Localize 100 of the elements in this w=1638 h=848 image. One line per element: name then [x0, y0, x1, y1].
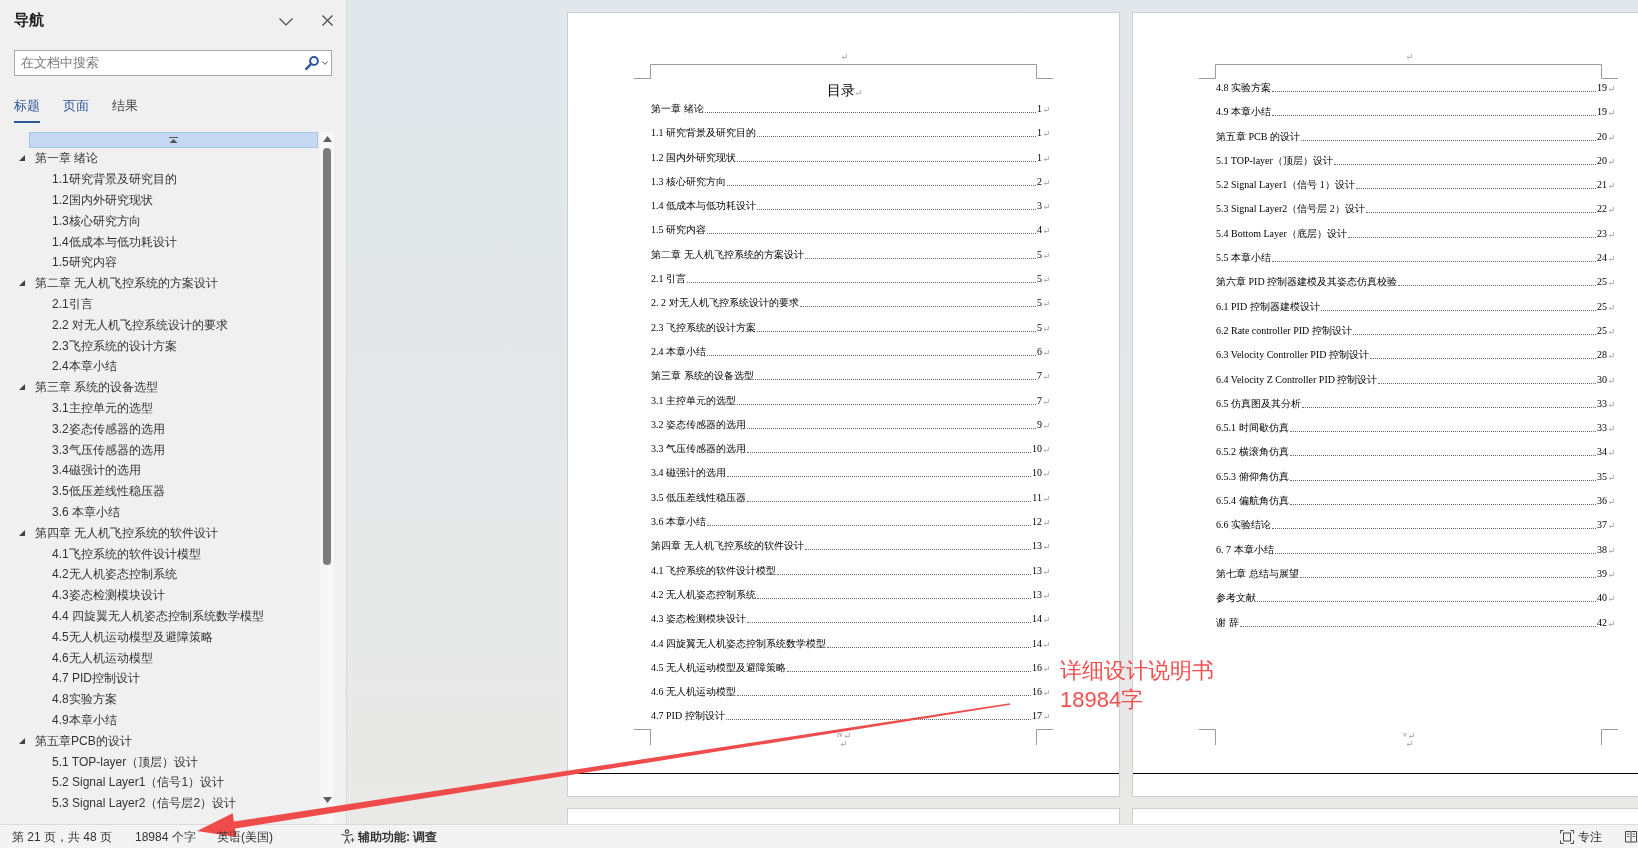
- toc-page-number: 30: [1597, 373, 1607, 386]
- toc-page-number: 11: [1032, 491, 1042, 504]
- subheading-item[interactable]: 4.7 PID控制设计: [52, 669, 141, 688]
- scrollbar-thumb[interactable]: [323, 148, 331, 565]
- paragraph-mark-icon: [1043, 714, 1049, 721]
- subheading-item[interactable]: 3.4磁强计的选用: [52, 461, 141, 480]
- paragraph-mark-icon: [1043, 179, 1049, 186]
- paragraph-mark-icon: [1608, 207, 1614, 214]
- paragraph-mark-icon: [1043, 422, 1049, 429]
- expanded-triangle-icon[interactable]: [19, 737, 25, 744]
- focus-button[interactable]: 专注: [1560, 827, 1602, 846]
- toc-page-number: 37: [1597, 519, 1607, 532]
- expanded-triangle-icon[interactable]: [19, 280, 25, 287]
- subheading-item[interactable]: 4.6无人机运动模型: [52, 648, 153, 667]
- subheading-item[interactable]: 2.3飞控系统的设计方案: [52, 336, 177, 355]
- close-icon: [322, 14, 333, 26]
- toc-entry-title: 2.1 引言: [651, 273, 686, 286]
- search-options-button[interactable]: [322, 61, 328, 65]
- expanded-triangle-icon[interactable]: [19, 155, 25, 162]
- subheading-item[interactable]: 4.4 四旋翼无人机姿态控制系统数学模型: [52, 606, 264, 625]
- subheading-item[interactable]: 1.5研究内容: [52, 253, 117, 272]
- subheading-item[interactable]: 5.3 Signal Layer2（信号层2）设计: [52, 794, 237, 813]
- toc-entry-title: 4.3 姿态检测模块设计: [651, 613, 746, 626]
- subheading-item[interactable]: 3.2姿态传感器的选用: [52, 419, 165, 438]
- expanded-triangle-icon[interactable]: [19, 384, 25, 391]
- toc-page-number: 6: [1037, 345, 1042, 358]
- expanded-triangle-icon[interactable]: [19, 529, 25, 536]
- paragraph-mark-icon: [1608, 110, 1614, 117]
- subheading-item[interactable]: 1.4低成本与低功耗设计: [52, 232, 177, 251]
- toc-page-number: 23: [1597, 227, 1607, 240]
- annotation-text: 18984字: [1060, 686, 1144, 714]
- heading-item[interactable]: 第三章 系统的设备选型: [19, 378, 159, 397]
- toc-entry-title: 2. 2 对无人机飞控系统设计的要求: [651, 297, 799, 310]
- subheading-item[interactable]: 2.1引言: [52, 294, 93, 313]
- annotation-text: 详细设计说明书: [1060, 657, 1214, 685]
- focus-icon: [1560, 829, 1574, 844]
- paragraph-mark-icon: [1043, 592, 1049, 599]
- heading-item[interactable]: 第四章 无人机飞控系统的软件设计: [19, 523, 219, 542]
- up-arrow-icon: [169, 137, 178, 143]
- subheading-item[interactable]: 4.1飞控系统的软件设计模型: [52, 544, 201, 563]
- toc-entry-title: 4.8 实验方案: [1216, 82, 1271, 94]
- paragraph-mark-icon: [1608, 426, 1614, 433]
- toc-page-number: 42: [1597, 616, 1607, 629]
- paragraph-mark-icon: [1608, 596, 1614, 603]
- toc-page-number: 20: [1597, 130, 1607, 143]
- toc-page-number: 1: [1037, 127, 1042, 140]
- subheading-item[interactable]: 4.8实验方案: [52, 690, 117, 709]
- subheading-item[interactable]: 1.3核心研究方向: [52, 211, 141, 230]
- subheading-item[interactable]: 4.5无人机运动模型及避障策略: [52, 627, 213, 646]
- toc-page-number: 17: [1032, 710, 1042, 723]
- subheading-item[interactable]: 4.3姿态检测模块设计: [52, 586, 165, 605]
- scroll-down-icon[interactable]: [322, 797, 332, 803]
- subheading-item[interactable]: 2.4本章小结: [52, 357, 117, 376]
- subheading-item[interactable]: 3.1主控单元的选型: [52, 398, 153, 417]
- paragraph-mark-icon: [1043, 665, 1049, 672]
- subheading-item[interactable]: 3.6 本章小结: [52, 502, 120, 521]
- paragraph-mark-icon: [854, 90, 861, 96]
- search-button[interactable]: [305, 56, 319, 70]
- heading-item[interactable]: 第五章PCB的设计: [19, 731, 132, 750]
- toc-entry-title: 第五章 PCB 的设计: [1216, 130, 1300, 143]
- toc-entry-title: 1.2 国内外研究现状: [651, 151, 736, 164]
- toc-entry-title: 第七章 总结与展望: [1216, 567, 1299, 580]
- toc-page-number: 10: [1032, 467, 1042, 480]
- toc-entry-title: 4.9 本章小结: [1216, 106, 1271, 119]
- toc-page-number: 35: [1597, 470, 1607, 483]
- subheading-item[interactable]: 4.2无人机姿态控制系统: [52, 565, 177, 584]
- word-count-status[interactable]: 18984 个字: [135, 827, 196, 846]
- paragraph-mark-icon: [1608, 450, 1614, 457]
- subheading-item[interactable]: 1.2国内外研究现状: [52, 191, 153, 209]
- toc-entry-title: 第四章 无人机飞控系统的软件设计: [651, 540, 804, 553]
- book-icon[interactable]: [1625, 830, 1637, 843]
- subheading-item[interactable]: 1.1研究背景及研究目的: [52, 170, 177, 189]
- subheading-item[interactable]: 5.1 TOP-layer（顶层）设计: [52, 752, 199, 771]
- subheading-item[interactable]: 3.3气压传感器的选用: [52, 440, 165, 459]
- paragraph-mark-icon: [1405, 54, 1412, 60]
- toc-page-number: 34: [1597, 446, 1607, 459]
- pane-options-button[interactable]: [279, 18, 293, 26]
- page-count-status[interactable]: 第 21 页，共 48 页: [12, 827, 113, 846]
- paragraph-mark-icon: [840, 54, 847, 60]
- toc-page-number: 14: [1032, 637, 1042, 650]
- nav-tab[interactable]: 页面: [63, 96, 89, 123]
- search-field[interactable]: 在文档中搜索: [14, 50, 332, 76]
- subheading-item[interactable]: 5.2 Signal Layer1（信号1）设计: [52, 773, 225, 792]
- heading-item[interactable]: 第二章 无人机飞控系统的方案设计: [19, 274, 219, 293]
- subheading-item[interactable]: 4.9本章小结: [52, 710, 117, 729]
- subheading-item[interactable]: 2.2 对无人机飞控系统设计的要求: [52, 315, 228, 334]
- toc-entry-title: 4.6 无人机运动模型: [651, 686, 736, 699]
- toc-page-number: 14: [1032, 613, 1042, 626]
- toc-page-number: 4: [1037, 224, 1042, 237]
- scroll-up-icon[interactable]: [322, 136, 332, 142]
- close-button[interactable]: [322, 14, 333, 26]
- paragraph-mark-icon: [1043, 641, 1049, 648]
- subheading-item[interactable]: 3.5低压差线性稳压器: [52, 482, 165, 501]
- toc-entry-title: 3.6 本章小结: [651, 516, 706, 529]
- accessibility-status-button[interactable]: 辅助功能: 调查: [340, 827, 438, 846]
- paragraph-mark-icon: [1043, 374, 1049, 381]
- toc-entry-title: 4.4 四旋翼无人机姿态控制系统数学模型: [651, 637, 826, 650]
- nav-tab[interactable]: 标题: [14, 96, 40, 123]
- paragraph-mark-icon: [1608, 231, 1614, 238]
- heading-item[interactable]: 第一章 绪论: [19, 149, 99, 168]
